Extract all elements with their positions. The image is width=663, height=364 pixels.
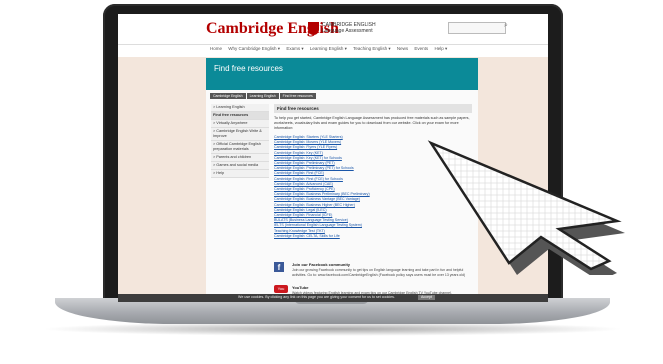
search-input[interactable] <box>448 22 506 34</box>
sidebar-item-learning-english[interactable]: > Learning English <box>211 104 269 112</box>
crest-icon <box>308 22 319 35</box>
pointer-cursor-icon <box>427 140 625 275</box>
search-icon[interactable]: ⌕ <box>504 22 508 30</box>
nav-item-learning[interactable]: Learning English ▾ <box>310 46 347 51</box>
cookie-text: We use cookies. By clicking any link on … <box>238 295 395 299</box>
nav-item-exams[interactable]: Exams ▾ <box>286 46 303 51</box>
youtube-icon[interactable]: You <box>274 285 288 293</box>
facebook-title: Join our Facebook community <box>292 262 351 267</box>
intro-text: To help you get started, Cambridge Engli… <box>274 116 470 130</box>
sidebar-item-virtually-anywhere[interactable]: > Virtually Anywhere <box>211 120 269 128</box>
page-title: Find free resources <box>214 64 283 73</box>
nav-item-events[interactable]: Events <box>414 46 428 51</box>
sidebar-item-games-social[interactable]: > Games and social media <box>211 162 269 170</box>
breadcrumb-item[interactable]: Learning English <box>246 93 279 99</box>
sidebar-item-help[interactable]: > Help <box>211 170 269 178</box>
sidebar-item-write-improve[interactable]: > Cambridge English Write & Improve <box>211 128 269 141</box>
breadcrumb-item: Find free resources <box>279 93 316 99</box>
nav-items: Home Why Cambridge English ▾ Exams ▾ Lea… <box>210 46 452 52</box>
facebook-icon[interactable]: f <box>274 262 284 272</box>
nav-item-home[interactable]: Home <box>210 46 222 51</box>
breadcrumb-item[interactable]: Cambridge English <box>210 93 246 99</box>
section-heading: Find free resources <box>274 104 472 113</box>
crest-label: CAMBRIDGE ENGLISH Language Assessment <box>322 22 376 34</box>
sidebar-item-parents-children[interactable]: > Parents and children <box>211 154 269 162</box>
nav-item-teaching[interactable]: Teaching English ▾ <box>353 46 391 51</box>
nav-item-news[interactable]: News <box>397 46 408 51</box>
breadcrumb: Cambridge English Learning English Find fr… <box>210 93 317 99</box>
nav-item-help[interactable]: Help ▾ <box>434 46 447 51</box>
sidebar-item-preparation-materials[interactable]: > Official Cambridge English preparation… <box>211 141 269 154</box>
sidebar: > Learning English Find free resources >… <box>211 104 269 178</box>
laptop-shadow <box>40 322 625 336</box>
sidebar-item-find-free-resources[interactable]: Find free resources <box>211 112 269 120</box>
page-banner <box>206 58 478 90</box>
accept-cookies-button[interactable]: Accept <box>418 295 435 300</box>
nav-item-why[interactable]: Why Cambridge English ▾ <box>228 46 280 51</box>
youtube-title: YouTube <box>292 285 309 290</box>
